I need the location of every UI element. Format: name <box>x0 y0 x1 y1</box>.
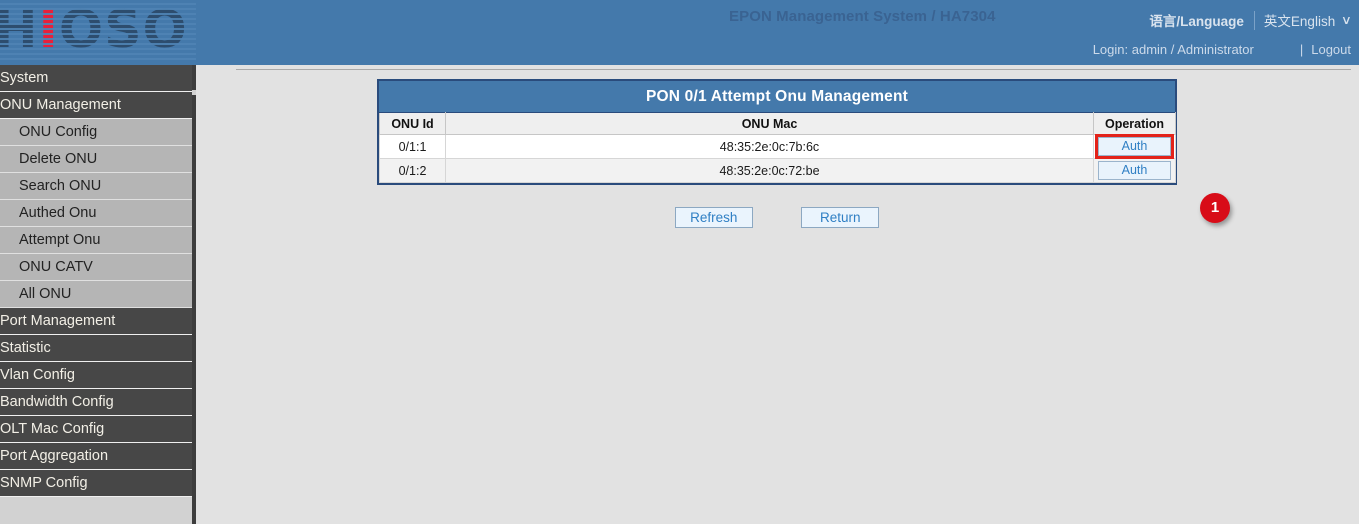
sidebar-item-snmp-config[interactable]: SNMP Config <box>0 470 192 497</box>
action-button-row: Refresh Return <box>377 207 1177 228</box>
sidebar-item-search-onu[interactable]: Search ONU <box>0 173 192 200</box>
sidebar-item-port-management[interactable]: Port Management <box>0 308 192 335</box>
table-row: 0/1:1 48:35:2e:0c:7b:6c Auth <box>380 135 1176 159</box>
sidebar-empty-area <box>0 497 192 524</box>
sidebar-item-system[interactable]: System <box>0 65 192 92</box>
cell-operation: Auth <box>1094 135 1176 159</box>
sidebar-item-onu-catv[interactable]: ONU CATV <box>0 254 192 281</box>
column-header-onu-id: ONU Id <box>380 113 446 135</box>
cell-operation: Auth <box>1094 159 1176 183</box>
language-divider <box>1254 11 1255 30</box>
sidebar-item-label: System <box>0 70 48 86</box>
column-header-operation: Operation <box>1094 113 1176 135</box>
sidebar-item-all-onu[interactable]: All ONU <box>0 281 192 308</box>
auth-button[interactable]: Auth <box>1098 137 1171 156</box>
sidebar-item-label: ONU CATV <box>19 259 93 275</box>
hioso-logo: HIOSO <box>0 0 196 62</box>
logout-link[interactable]: Logout <box>1311 42 1351 57</box>
sidebar-item-label: ONU Management <box>0 97 121 113</box>
cell-onu-mac: 48:35:2e:0c:72:be <box>446 159 1094 183</box>
sidebar-item-olt-mac-config[interactable]: OLT Mac Config <box>0 416 192 443</box>
sidebar-item-label: Authed Onu <box>19 205 96 221</box>
content-top-divider <box>236 69 1351 70</box>
sidebar-item-bandwidth-config[interactable]: Bandwidth Config <box>0 389 192 416</box>
system-title: EPON Management System / HA7304 <box>729 8 996 25</box>
cell-onu-id: 0/1:2 <box>380 159 446 183</box>
sidebar-item-onu-management[interactable]: ONU Management <box>0 92 192 119</box>
sidebar-item-authed-onu[interactable]: Authed Onu <box>0 200 192 227</box>
login-separator: | <box>1300 42 1303 57</box>
sidebar-item-label: Vlan Config <box>0 367 75 383</box>
sidebar-item-label: Attempt Onu <box>19 232 100 248</box>
sidebar-item-onu-config[interactable]: ONU Config <box>0 119 192 146</box>
cell-onu-id: 0/1:1 <box>380 135 446 159</box>
sidebar-item-label: Delete ONU <box>19 151 97 167</box>
sidebar-item-label: Port Management <box>0 313 115 329</box>
content-area: PON 0/1 Attempt Onu Management ONU Id ON… <box>196 65 1359 524</box>
table-header-row: ONU Id ONU Mac Operation <box>380 113 1176 135</box>
panel-title: PON 0/1 Attempt Onu Management <box>379 81 1175 112</box>
table-row: 0/1:2 48:35:2e:0c:72:be Auth <box>380 159 1176 183</box>
attempt-onu-table: ONU Id ONU Mac Operation 0/1:1 48:35:2e:… <box>379 112 1176 183</box>
sidebar-item-port-aggregation[interactable]: Port Aggregation <box>0 443 192 470</box>
login-user-text: Login: admin / Administrator <box>1093 42 1254 57</box>
annotation-badge-1: 1 <box>1200 193 1230 223</box>
language-label: 语言/Language <box>1149 10 1244 30</box>
sidebar-nav: System ONU Management ONU Config Delete … <box>0 65 192 524</box>
sidebar-item-delete-onu[interactable]: Delete ONU <box>0 146 192 173</box>
logo-letter-h: H <box>0 0 39 60</box>
sidebar-item-label: Port Aggregation <box>0 448 108 464</box>
sidebar-item-label: Statistic <box>0 340 51 356</box>
logo-letter-i-accent: I <box>39 0 59 60</box>
language-selector[interactable]: 语言/Language 英文English ∨ <box>1149 10 1351 30</box>
logo-letters-oso: OSO <box>59 0 188 60</box>
refresh-button[interactable]: Refresh <box>675 207 753 228</box>
return-button[interactable]: Return <box>801 207 879 228</box>
sidebar-item-label: SNMP Config <box>0 475 88 491</box>
logo-text: HIOSO <box>0 2 188 58</box>
sidebar-item-label: OLT Mac Config <box>0 421 104 437</box>
cell-onu-mac: 48:35:2e:0c:7b:6c <box>446 135 1094 159</box>
sidebar-item-label: Bandwidth Config <box>0 394 114 410</box>
chevron-down-icon[interactable]: ∨ <box>1341 13 1352 27</box>
auth-button[interactable]: Auth <box>1098 161 1171 180</box>
sidebar-item-attempt-onu[interactable]: Attempt Onu <box>0 227 192 254</box>
page-header: HIOSO EPON Management System / HA7304 语言… <box>0 0 1359 65</box>
language-value: 英文English <box>1264 10 1335 30</box>
login-status-bar: Login: admin / Administrator | Logout <box>1093 42 1351 57</box>
attempt-onu-panel: PON 0/1 Attempt Onu Management ONU Id ON… <box>377 79 1177 185</box>
column-header-onu-mac: ONU Mac <box>446 113 1094 135</box>
sidebar-item-vlan-config[interactable]: Vlan Config <box>0 362 192 389</box>
sidebar-item-label: All ONU <box>19 286 71 302</box>
sidebar-item-label: Search ONU <box>19 178 101 194</box>
sidebar-item-label: ONU Config <box>19 124 97 140</box>
sidebar-item-statistic[interactable]: Statistic <box>0 335 192 362</box>
